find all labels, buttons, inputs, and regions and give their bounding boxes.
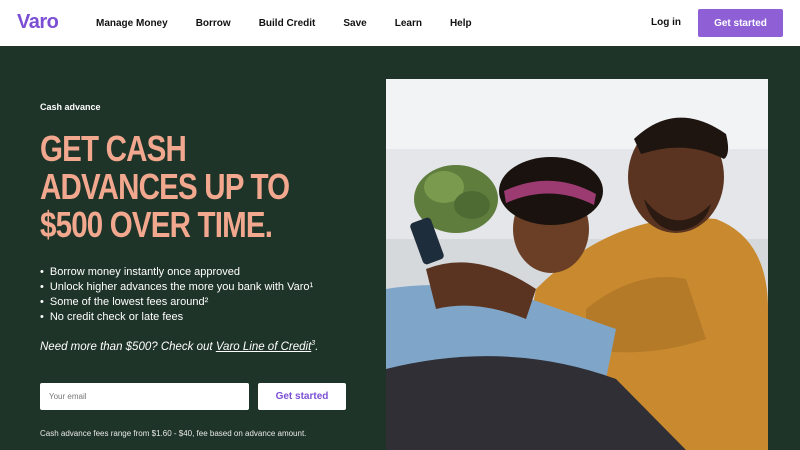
feature-item: Borrow money instantly once approved	[40, 265, 313, 280]
feature-item: No credit check or late fees	[40, 310, 313, 325]
couple-on-couch-image	[386, 79, 768, 450]
nav-borrow[interactable]: Borrow	[196, 18, 231, 29]
line-of-credit-link[interactable]: Varo Line of Credit	[216, 341, 311, 353]
feature-item: Some of the lowest fees around²	[40, 295, 313, 310]
line-of-credit-promo: Need more than $500? Check out Varo Line…	[40, 340, 318, 353]
nav-save[interactable]: Save	[343, 18, 366, 29]
main-nav: Manage Money Borrow Build Credit Save Le…	[96, 0, 500, 46]
nav-learn[interactable]: Learn	[395, 18, 422, 29]
promo-text: Need more than $500? Check out	[40, 340, 216, 353]
varo-logo[interactable]: Varo	[17, 11, 59, 34]
get-started-button[interactable]: Get started	[698, 9, 783, 37]
email-input[interactable]	[40, 383, 249, 410]
promo-end: .	[315, 340, 319, 353]
nav-help[interactable]: Help	[450, 18, 472, 29]
site-header: Varo Manage Money Borrow Build Credit Sa…	[0, 0, 800, 46]
form-get-started-button[interactable]: Get started	[258, 383, 346, 410]
login-link[interactable]: Log in	[651, 17, 681, 28]
feature-list: Borrow money instantly once approved Unl…	[40, 265, 313, 325]
feature-item: Unlock higher advances the more you bank…	[40, 280, 313, 295]
fee-disclaimer: Cash advance fees range from $1.60 - $40…	[40, 429, 307, 438]
nav-manage-money[interactable]: Manage Money	[96, 18, 168, 29]
hero-headline: GET CASH ADVANCES UP TO $500 OVER TIME.	[40, 128, 290, 245]
nav-build-credit[interactable]: Build Credit	[259, 18, 316, 29]
eyebrow-label: Cash advance	[40, 102, 101, 112]
hero-photo	[386, 79, 768, 450]
